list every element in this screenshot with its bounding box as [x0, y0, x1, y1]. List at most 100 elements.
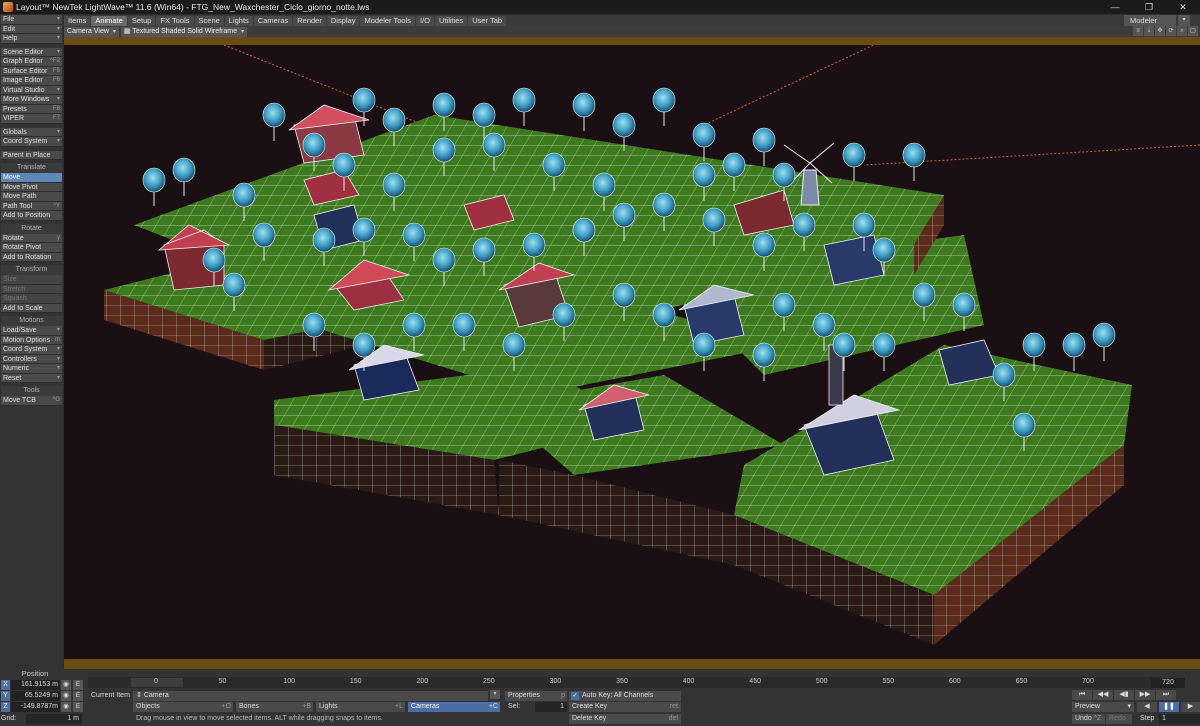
move-path-button[interactable]: Move Path [1, 192, 62, 202]
camera-viewport[interactable] [64, 45, 1200, 659]
scene-editor-button[interactable]: Scene Editor ▾ [1, 47, 62, 57]
add-to-scale-button[interactable]: Add to Scale [1, 303, 62, 313]
view-mode-dropdown[interactable]: Camera View ▾ [64, 26, 119, 37]
more-windows-button[interactable]: More Windows ▾ [1, 95, 62, 105]
auto-key-checkbox-icon[interactable]: ✓ [571, 692, 579, 700]
tab-fx-tools[interactable]: FX Tools [156, 16, 194, 26]
add-to-rotation-button[interactable]: Add to Rotation [1, 252, 62, 262]
tab-user-tab[interactable]: User Tab [468, 16, 507, 26]
zoom-icon[interactable]: ⌕ [1177, 26, 1187, 36]
tab-render[interactable]: Render [293, 16, 326, 26]
reset-button[interactable]: Reset ▾ [1, 373, 62, 383]
menu-edit[interactable]: Edit ▾ [1, 24, 62, 34]
tab-items[interactable]: Items [64, 16, 91, 26]
delete-key-button[interactable]: Delete Key del [569, 714, 681, 724]
previous-key-icon[interactable]: ◀◀ [1093, 690, 1113, 700]
load-save-button[interactable]: Load/Save ▾ [1, 326, 62, 336]
rotate-view-icon[interactable]: ⟳ [1166, 26, 1176, 36]
auto-key-dropdown[interactable]: ✓ Auto Key: All Channels [569, 691, 681, 701]
virtual-studio-button[interactable]: Virtual Studio ▾ [1, 85, 62, 95]
y-envelope-button[interactable]: E [73, 691, 83, 701]
objects-filter-button[interactable]: Objects +O [133, 702, 233, 712]
viper-button[interactable]: VIPER F7 [1, 114, 62, 124]
cameras-filter-button[interactable]: Cameras +C [408, 702, 500, 712]
move-tcb-button[interactable]: Move TCB ^G [1, 396, 62, 406]
x-axis-label: X [1, 680, 10, 690]
move-view-icon[interactable]: ✥ [1155, 26, 1165, 36]
rotate-pivot-button[interactable]: Rotate Pivot [1, 243, 62, 253]
render-style-dropdown[interactable]: ▦ Textured Shaded Solid Wireframe ▾ [120, 26, 248, 37]
tree-canopy [852, 212, 876, 238]
tab-lights[interactable]: Lights [224, 16, 253, 26]
x-position-field[interactable]: 161.9153 m [11, 680, 60, 690]
y-link-icon[interactable]: ◉ [61, 691, 71, 701]
redo-button[interactable]: Redo [1106, 714, 1132, 724]
tab-animate[interactable]: Animate [91, 16, 127, 26]
add-to-position-button[interactable]: Add to Position [1, 211, 62, 221]
step-field[interactable]: 1 [1159, 714, 1200, 724]
coord-system-button[interactable]: Coord System ▾ [1, 137, 62, 147]
tree-canopy [332, 152, 356, 178]
current-item-dropdown[interactable]: ⇕ Camera [133, 691, 488, 701]
play-reverse-icon[interactable]: ◀ [1137, 702, 1157, 712]
parent-in-place-button[interactable]: Parent in Place [1, 150, 62, 160]
motion-coord-system-button[interactable]: Coord System ▾ [1, 345, 62, 355]
go-to-start-icon[interactable]: ⏮ [1072, 690, 1092, 700]
tab-utilities[interactable]: Utilities [435, 16, 468, 26]
size-button[interactable]: Size [1, 275, 62, 285]
z-link-icon[interactable]: ◉ [61, 702, 71, 712]
properties-button[interactable]: Properties p [505, 691, 567, 701]
globals-button[interactable]: Globals ▾ [1, 127, 62, 137]
timeline-tick-label: 450 [749, 678, 761, 685]
timeline-slider[interactable]: 0 50 100 150 200 250 300 350 400 450 500 550 600 650 7… [88, 677, 1160, 688]
bones-filter-button[interactable]: Bones +B [236, 702, 313, 712]
minimize-button[interactable]: — [1098, 0, 1132, 14]
motion-options-button[interactable]: Motion Options m [1, 335, 62, 345]
squash-button[interactable]: Squash [1, 294, 62, 304]
menu-help[interactable]: Help ▾ [1, 34, 62, 44]
restore-button[interactable]: ❐ [1132, 0, 1166, 14]
grid-size-field[interactable]: 1 m [26, 714, 82, 724]
timeline-tick-label: 250 [483, 678, 495, 685]
play-forward-icon[interactable]: ▶ [1181, 702, 1200, 712]
tab-modeler-tools[interactable]: Modeler Tools [360, 16, 416, 26]
previous-frame-icon[interactable]: ◀▮ [1114, 690, 1134, 700]
tab-setup[interactable]: Setup [127, 16, 156, 26]
image-editor-button[interactable]: Image Editor F6 [1, 76, 62, 86]
current-item-menu-icon[interactable]: ▾ [490, 690, 500, 699]
x-envelope-button[interactable]: E [73, 680, 83, 690]
tab-cameras[interactable]: Cameras [253, 16, 293, 26]
frame-end-field[interactable]: 720 [1151, 678, 1185, 688]
tab-display[interactable]: Display [326, 16, 360, 26]
pause-icon[interactable]: ❚❚ [1159, 702, 1179, 712]
menu-file[interactable]: File ▾ [1, 15, 62, 25]
path-tool-button[interactable]: Path Tool ^Y [1, 201, 62, 211]
close-button[interactable]: ✕ [1166, 0, 1200, 14]
go-to-end-icon[interactable]: ⏭ [1156, 690, 1176, 700]
rotate-button[interactable]: Rotate y [1, 233, 62, 243]
move-button[interactable]: Move t [1, 173, 62, 183]
numeric-button[interactable]: Numeric ▾ [1, 364, 62, 374]
stretch-button[interactable]: Stretch [1, 284, 62, 294]
lights-filter-button[interactable]: Lights +L [316, 702, 405, 712]
export-icon[interactable]: ⇣ [1144, 26, 1154, 36]
x-link-icon[interactable]: ◉ [61, 680, 71, 690]
modeler-dropdown-icon[interactable]: ▾ [1178, 15, 1190, 26]
y-position-field[interactable]: 65.5249 m [11, 691, 60, 701]
surface-editor-button[interactable]: Surface Editor F5 [1, 66, 62, 76]
z-envelope-button[interactable]: E [73, 702, 83, 712]
presets-button[interactable]: Presets F8 [1, 104, 62, 114]
move-pivot-button[interactable]: Move Pivot [1, 182, 62, 192]
maximize-view-icon[interactable]: ▢ [1188, 26, 1198, 36]
modeler-button[interactable]: Modeler [1124, 15, 1176, 26]
undo-button[interactable]: Undo ^Z [1072, 714, 1105, 724]
graph-editor-button[interactable]: Graph Editor ^F2 [1, 57, 62, 67]
create-key-button[interactable]: Create Key ret [569, 702, 681, 712]
tab-scene[interactable]: Scene [194, 16, 224, 26]
controllers-button[interactable]: Controllers ▾ [1, 354, 62, 364]
z-position-field[interactable]: -149.8787m [11, 702, 60, 712]
menu-lines-icon[interactable]: ≡ [1133, 26, 1143, 36]
next-key-icon[interactable]: ▶▶ [1135, 690, 1155, 700]
tab-io[interactable]: I/O [416, 16, 435, 26]
preview-dropdown[interactable]: Preview ▾ [1072, 702, 1134, 712]
